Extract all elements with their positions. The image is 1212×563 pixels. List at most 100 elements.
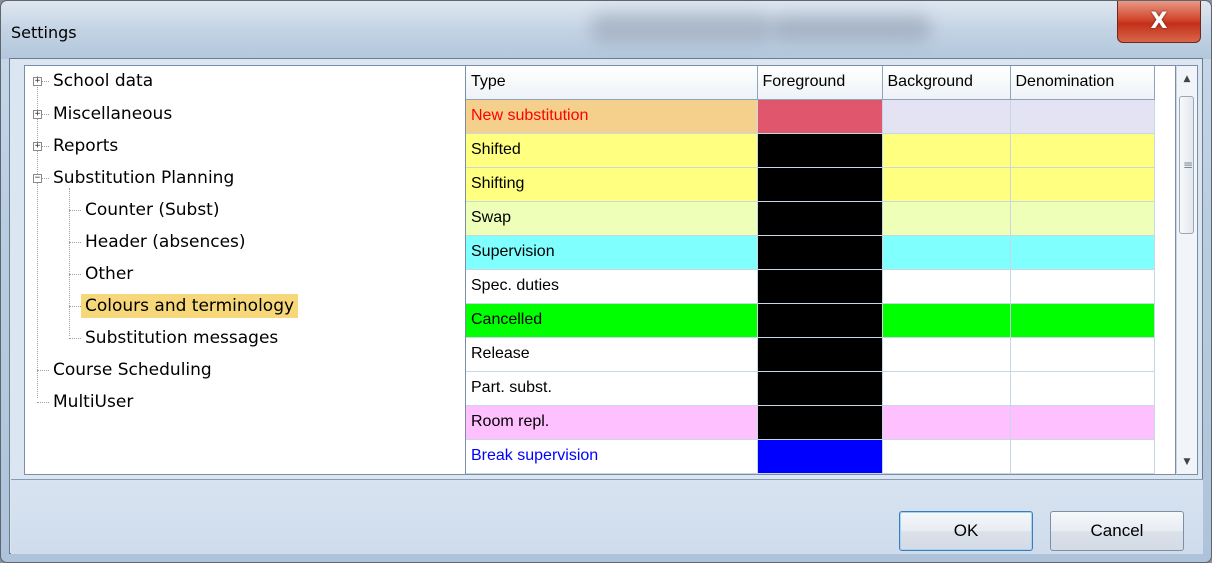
- foreground-swatch[interactable]: [757, 235, 883, 270]
- denomination-cell[interactable]: [1010, 439, 1155, 474]
- denomination-cell[interactable]: [1010, 269, 1155, 304]
- collapse-icon[interactable]: −: [33, 174, 42, 183]
- tree-item-label: Substitution Planning: [53, 168, 235, 188]
- grid-row[interactable]: Break supervision: [466, 439, 1155, 474]
- background-swatch[interactable]: [882, 99, 1011, 134]
- tree-item[interactable]: Counter (Subst): [81, 197, 223, 223]
- grid-row[interactable]: New substitution: [466, 99, 1155, 134]
- denomination-cell[interactable]: [1010, 337, 1155, 372]
- grid-row[interactable]: Spec. duties: [466, 269, 1155, 304]
- close-button[interactable]: X: [1117, 1, 1201, 43]
- grid-row[interactable]: Release: [466, 337, 1155, 372]
- vertical-scrollbar[interactable]: ▲ ≡ ▼: [1176, 65, 1198, 475]
- tree-item-label: Header (absences): [85, 232, 246, 252]
- tree-item-label: Other: [85, 264, 134, 284]
- type-cell[interactable]: Supervision: [466, 235, 758, 270]
- column-header-type[interactable]: Type: [466, 66, 758, 100]
- denomination-cell[interactable]: [1010, 303, 1155, 338]
- title-bar[interactable]: Settings X: [1, 1, 1211, 59]
- column-header-background[interactable]: Background: [882, 66, 1011, 100]
- background-swatch[interactable]: [882, 235, 1011, 270]
- foreground-swatch[interactable]: [757, 167, 883, 202]
- background-swatch[interactable]: [882, 133, 1011, 168]
- tree-item[interactable]: Other: [81, 261, 137, 287]
- foreground-swatch[interactable]: [757, 337, 883, 372]
- tree-item[interactable]: Reports: [49, 133, 122, 159]
- column-header-denomination[interactable]: Denomination: [1010, 66, 1155, 100]
- tree-item-label: Counter (Subst): [85, 200, 220, 220]
- scroll-up-icon[interactable]: ▲: [1177, 69, 1197, 89]
- tree-item[interactable]: Miscellaneous: [49, 101, 176, 127]
- tree-item-label: Miscellaneous: [53, 104, 173, 124]
- type-cell[interactable]: Release: [466, 337, 758, 372]
- denomination-cell[interactable]: [1010, 405, 1155, 440]
- column-header-foreground[interactable]: Foreground: [757, 66, 883, 100]
- expand-icon[interactable]: +: [33, 77, 42, 86]
- background-swatch[interactable]: [882, 371, 1011, 406]
- denomination-cell[interactable]: [1010, 371, 1155, 406]
- foreground-swatch[interactable]: [757, 269, 883, 304]
- grid-row[interactable]: Shifted: [466, 133, 1155, 168]
- type-cell[interactable]: Swap: [466, 201, 758, 236]
- tree-item[interactable]: Course Scheduling: [49, 357, 216, 383]
- type-cell[interactable]: Part. subst.: [466, 371, 758, 406]
- tree-item-label: Reports: [53, 136, 119, 156]
- settings-dialog: Settings X + School data + Miscellaneous + Re…: [0, 0, 1212, 563]
- type-cell[interactable]: Shifted: [466, 133, 758, 168]
- background-swatch[interactable]: [882, 405, 1011, 440]
- denomination-cell[interactable]: [1010, 235, 1155, 270]
- foreground-swatch[interactable]: [757, 371, 883, 406]
- background-blur: [771, 15, 931, 41]
- foreground-swatch[interactable]: [757, 133, 883, 168]
- type-cell[interactable]: Break supervision: [466, 439, 758, 474]
- denomination-cell[interactable]: [1010, 99, 1155, 134]
- background-swatch[interactable]: [882, 337, 1011, 372]
- grid-row[interactable]: Swap: [466, 201, 1155, 236]
- denomination-cell[interactable]: [1010, 167, 1155, 202]
- tree-connector: [37, 370, 49, 371]
- type-cell[interactable]: Room repl.: [466, 405, 758, 440]
- type-cell[interactable]: Cancelled: [466, 303, 758, 338]
- foreground-swatch[interactable]: [757, 201, 883, 236]
- type-cell[interactable]: Spec. duties: [466, 269, 758, 304]
- grid-row[interactable]: Part. subst.: [466, 371, 1155, 406]
- tree-item[interactable]: Colours and terminology: [81, 293, 299, 319]
- background-swatch[interactable]: [882, 269, 1011, 304]
- cancel-button[interactable]: Cancel: [1050, 511, 1184, 551]
- grid-row[interactable]: Supervision: [466, 235, 1155, 270]
- type-cell[interactable]: New substitution: [466, 99, 758, 134]
- foreground-swatch[interactable]: [757, 439, 883, 474]
- background-swatch[interactable]: [882, 201, 1011, 236]
- tree-item[interactable]: MultiUser: [49, 389, 137, 415]
- tree-connector: [69, 274, 81, 275]
- tree-connector: [69, 242, 81, 243]
- denomination-cell[interactable]: [1010, 201, 1155, 236]
- close-icon: X: [1150, 9, 1168, 34]
- tree-item[interactable]: Header (absences): [81, 229, 250, 255]
- grid-row[interactable]: Shifting: [466, 167, 1155, 202]
- grid-row[interactable]: Room repl.: [466, 405, 1155, 440]
- settings-tree: + School data + Miscellaneous + Reports − Subst…: [24, 65, 466, 475]
- type-cell[interactable]: Shifting: [466, 167, 758, 202]
- tree-item[interactable]: Substitution messages: [81, 325, 282, 351]
- tree-item[interactable]: School data: [49, 68, 157, 94]
- tree-connector: [69, 306, 81, 307]
- background-blur: [591, 13, 771, 43]
- denomination-cell[interactable]: [1010, 133, 1155, 168]
- ok-button[interactable]: OK: [899, 511, 1033, 551]
- expand-icon[interactable]: +: [33, 142, 42, 151]
- tree-connector: [69, 338, 81, 339]
- foreground-swatch[interactable]: [757, 303, 883, 338]
- scroll-down-icon[interactable]: ▼: [1177, 452, 1197, 472]
- tree-connector: [69, 210, 81, 211]
- expand-icon[interactable]: +: [33, 110, 42, 119]
- background-swatch[interactable]: [882, 167, 1011, 202]
- foreground-swatch[interactable]: [757, 405, 883, 440]
- grid-row[interactable]: Cancelled: [466, 303, 1155, 338]
- client-area: + School data + Miscellaneous + Reports − Subst…: [9, 58, 1203, 554]
- background-swatch[interactable]: [882, 303, 1011, 338]
- background-swatch[interactable]: [882, 439, 1011, 474]
- scrollbar-thumb[interactable]: ≡: [1179, 96, 1194, 234]
- tree-item[interactable]: Substitution Planning: [49, 165, 238, 191]
- foreground-swatch[interactable]: [757, 99, 883, 134]
